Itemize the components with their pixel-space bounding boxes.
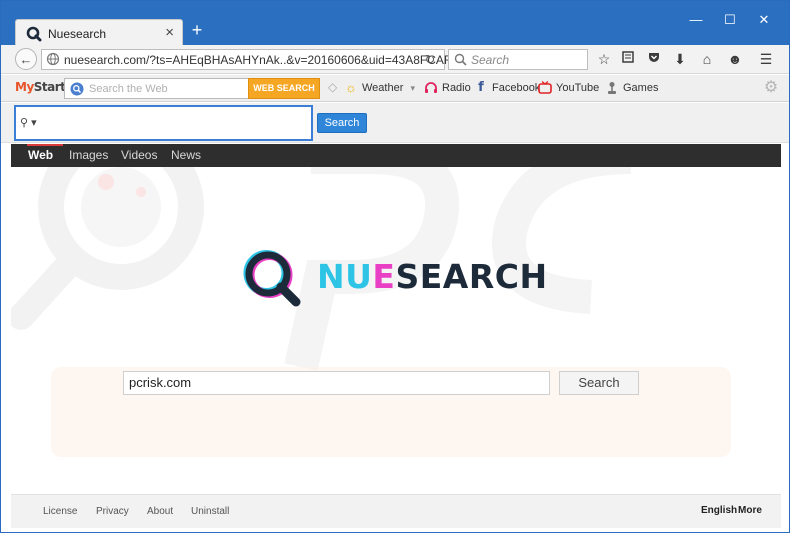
globe-icon	[46, 52, 60, 66]
footer-privacy-link[interactable]: Privacy	[96, 506, 129, 517]
nuesearch-favicon-icon	[26, 26, 42, 42]
weather-label: Weather	[362, 81, 404, 94]
mystart-logo-my: My	[15, 80, 34, 94]
back-arrow-icon: ←	[19, 52, 33, 67]
footer-uninstall-link[interactable]: Uninstall	[191, 506, 229, 517]
url-bar[interactable]: nuesearch.com/?ts=AHEqBHAsAHYnAk..&v=201…	[41, 49, 458, 70]
maximize-button[interactable]: ☐	[723, 13, 737, 27]
reload-icon[interactable]: ↻	[420, 51, 440, 69]
tab-videos[interactable]: Videos	[121, 148, 157, 162]
back-button[interactable]: ←	[15, 48, 37, 70]
settings-gear-icon[interactable]: ⚙	[762, 79, 780, 97]
weather-link[interactable]: ☼ Weather ▾	[343, 81, 415, 97]
new-tab-button[interactable]: +	[188, 21, 206, 39]
home-icon[interactable]: ⌂	[698, 50, 716, 68]
main-search-button[interactable]: Search	[559, 371, 639, 395]
bookmark-star-icon[interactable]: ☆	[595, 50, 613, 68]
url-text: nuesearch.com/?ts=AHEqBHAsAHYnAk..&v=201…	[64, 53, 458, 67]
nuesearch-logo: NUESEARCH	[239, 245, 559, 309]
active-tab-indicator	[27, 144, 63, 146]
games-link[interactable]: Games	[604, 81, 658, 97]
page-search-input[interactable]: ⚲ ▾	[14, 105, 313, 141]
games-label: Games	[623, 81, 659, 94]
menu-hamburger-icon[interactable]: ☰	[757, 50, 775, 68]
tab-close-icon[interactable]: ×	[165, 24, 174, 41]
mystart-toolbar: MyStart Search the Web WEB SEARCH ◇ ☼ Wea…	[1, 75, 789, 102]
tab-web[interactable]: Web	[28, 148, 53, 162]
logo-magnifier-icon	[243, 250, 301, 307]
facebook-label: Facebook	[492, 81, 541, 94]
toolbar-separator-icon: ◇	[328, 80, 338, 94]
web-search-button[interactable]: WEB SEARCH	[248, 78, 320, 99]
minimize-button[interactable]: —	[689, 13, 703, 27]
main-search-input[interactable]: pcrisk.com	[123, 371, 550, 395]
youtube-label: YouTube	[556, 81, 600, 94]
browser-search-box[interactable]: Search	[448, 49, 588, 70]
radio-label: Radio	[442, 81, 471, 94]
page-left-margin	[1, 144, 11, 528]
page-right-margin	[781, 144, 789, 528]
browser-window: Nuesearch × + — ☐ ✕ ← nuesearch.com/?ts=…	[0, 0, 790, 533]
smiley-feedback-icon[interactable]: ☻	[726, 50, 744, 68]
reading-list-icon[interactable]	[619, 50, 637, 68]
mystart-search-input[interactable]: Search the Web	[64, 78, 249, 99]
mystart-search-icon	[70, 82, 84, 96]
logo-wordmark: NUESEARCH	[317, 257, 548, 296]
close-window-button[interactable]: ✕	[757, 13, 771, 27]
mystart-logo-start: Start	[33, 80, 66, 94]
download-icon[interactable]: ⬇	[671, 50, 689, 68]
tab-title: Nuesearch	[48, 27, 107, 41]
facebook-icon: f	[478, 80, 484, 95]
mystart-logo[interactable]: MyStart	[15, 80, 66, 98]
chevron-down-icon: ▾	[410, 82, 415, 93]
tab-news[interactable]: News	[171, 148, 201, 162]
logo-text-e: E	[372, 257, 396, 296]
search-engine-dropdown-icon[interactable]: ⚲ ▾	[20, 116, 37, 129]
footer-about-link[interactable]: About	[147, 506, 173, 517]
tab-images[interactable]: Images	[69, 148, 108, 162]
footer-more-link[interactable]: More	[738, 505, 762, 516]
page-footer: License Privacy About Uninstall English …	[11, 494, 781, 528]
sun-icon: ☼	[345, 80, 357, 95]
title-bar: Nuesearch × + — ☐ ✕	[1, 1, 789, 46]
page-search-band: ⚲ ▾ Search	[1, 103, 789, 143]
watermark-graphic	[11, 167, 731, 457]
youtube-tv-icon	[537, 81, 553, 95]
headphones-icon	[423, 81, 439, 95]
footer-language-link[interactable]: English	[701, 505, 737, 516]
page-search-button[interactable]: Search	[317, 113, 367, 133]
search-icon	[454, 53, 467, 66]
facebook-link[interactable]: f Facebook	[473, 81, 540, 97]
navigation-bar: ← nuesearch.com/?ts=AHEqBHAsAHYnAk..&v=2…	[1, 45, 789, 74]
radio-link[interactable]: Radio	[423, 81, 471, 97]
logo-text-search: SEARCH	[395, 257, 548, 296]
browser-tab[interactable]: Nuesearch ×	[15, 19, 183, 46]
mystart-search-placeholder: Search the Web	[89, 83, 168, 95]
footer-license-link[interactable]: License	[43, 506, 77, 517]
logo-text-nu: NU	[317, 257, 373, 296]
main-content: NUESEARCH pcrisk.com Search	[11, 167, 781, 494]
browser-search-placeholder: Search	[471, 53, 510, 67]
search-category-nav: Web Images Videos News	[11, 144, 781, 167]
youtube-link[interactable]: YouTube	[537, 81, 599, 97]
joystick-icon	[604, 81, 620, 95]
pocket-icon[interactable]	[645, 50, 663, 68]
